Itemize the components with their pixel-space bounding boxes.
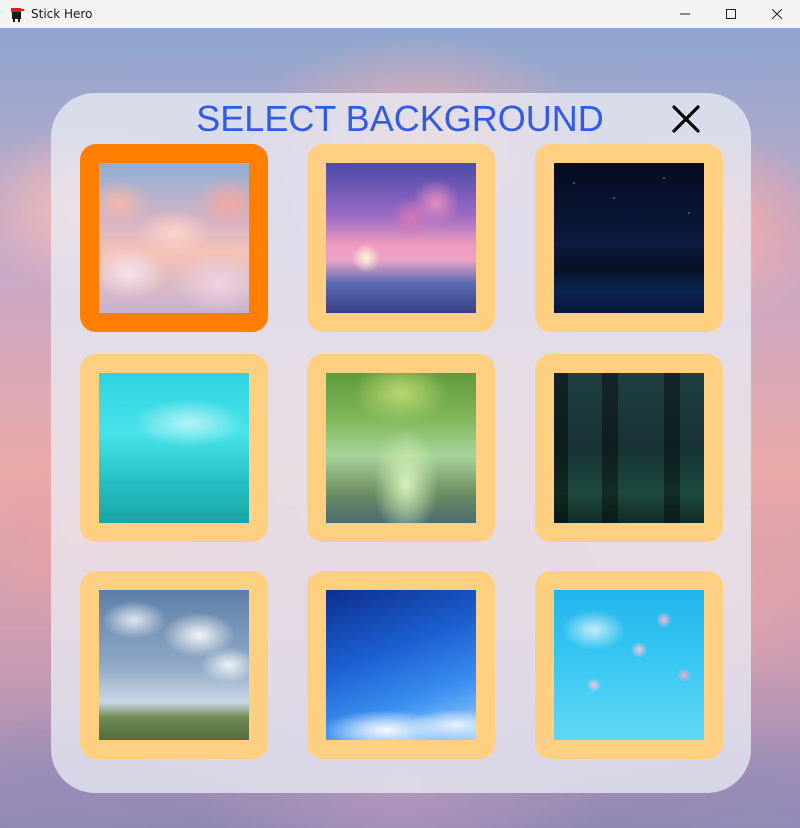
background-option-sky-field[interactable] <box>80 571 268 759</box>
maximize-button[interactable] <box>708 0 754 28</box>
thumbnail-cherry-blossom <box>554 590 704 740</box>
background-option-pink-clouds[interactable] <box>80 144 268 332</box>
minimize-button[interactable] <box>662 0 708 28</box>
thumbnail-forest-path <box>326 373 476 523</box>
window-title: Stick Hero <box>31 7 93 21</box>
background-option-blue-sky-streaks[interactable] <box>307 571 495 759</box>
thumbnail-dark-forest <box>554 373 704 523</box>
window-close-icon <box>772 9 782 19</box>
background-option-cherry-blossom[interactable] <box>535 571 723 759</box>
thumbnail-sakura-sea <box>326 163 476 313</box>
minimize-icon <box>680 13 690 15</box>
maximize-icon <box>726 9 736 19</box>
thumbnail-blue-sky-streaks <box>326 590 476 740</box>
thumbnail-sky-field <box>99 590 249 740</box>
app-icon <box>9 6 25 22</box>
close-button[interactable] <box>666 99 706 139</box>
game-window: Stick Hero SELECT BACKGROUND <box>0 0 800 828</box>
background-option-dark-forest[interactable] <box>535 354 723 542</box>
thumbnail-teal-willow <box>99 373 249 523</box>
window-close-button[interactable] <box>754 0 800 28</box>
background-option-teal-willow[interactable] <box>80 354 268 542</box>
background-option-sakura-sea[interactable] <box>307 144 495 332</box>
thumbnail-pink-clouds <box>99 163 249 313</box>
title-bar: Stick Hero <box>0 0 800 28</box>
background-option-starry-night[interactable] <box>535 144 723 332</box>
close-icon <box>672 105 700 133</box>
background-option-forest-path[interactable] <box>307 354 495 542</box>
thumbnail-starry-night <box>554 163 704 313</box>
